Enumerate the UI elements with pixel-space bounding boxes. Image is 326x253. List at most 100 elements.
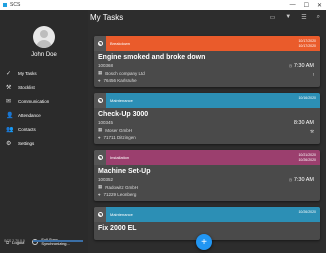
task-time: ◷ 7:30 AM xyxy=(289,177,314,183)
task-date-start: 10/26/2020 xyxy=(298,210,316,214)
calendar-icon[interactable]: ▭ xyxy=(270,14,276,21)
task-title: Check-Up 3000 xyxy=(98,111,149,118)
nav-label: My Tasks xyxy=(18,70,37,76)
task-date-end: 10/26/2020 xyxy=(298,157,316,162)
nav-item-attendance[interactable]: 👤 Attendance xyxy=(0,108,88,122)
version-label: SCS 2.70.0.0 xyxy=(4,239,25,243)
task-time-value: 7:30 AM xyxy=(293,177,314,183)
search-icon[interactable]: ⌕ xyxy=(317,14,320,21)
window-title: SCS xyxy=(10,2,21,8)
location-icon: ⌖ xyxy=(98,78,101,83)
gear-icon: ⚙ xyxy=(6,140,12,147)
sync-status[interactable]: Full SyncSynchronizing... xyxy=(32,237,70,247)
people-icon: 👥 xyxy=(6,126,14,133)
start-task-button[interactable]: ▶ xyxy=(94,36,106,51)
task-address: 71711 Ditzingen xyxy=(103,135,136,140)
category-strip xyxy=(106,207,320,222)
clock-icon: ◷ xyxy=(288,63,293,68)
task-list: ▶ Breakdown 10/17/2020 10/17/2020 Engine … xyxy=(94,36,320,246)
category-strip xyxy=(106,36,320,51)
task-category: Maintenance xyxy=(110,212,133,217)
task-date-start: 10/16/2020 xyxy=(298,96,316,100)
task-category: Maintenance xyxy=(110,98,133,103)
task-header: ▶ Installation 10/21/2020 10/26/2020 xyxy=(94,150,320,165)
title-bar: SCS — ☐ ✕ xyxy=(0,0,326,10)
user-icon: 👤 xyxy=(6,112,14,119)
task-card[interactable]: ▶ Maintenance 10/16/2020 Check-Up 3000 1… xyxy=(94,93,320,144)
task-dates: 10/17/2020 10/17/2020 xyxy=(298,39,316,48)
task-address: 76456 Karlsruhe xyxy=(103,78,137,83)
task-time: ◷ 7:30 AM xyxy=(289,63,314,69)
task-category: Breakdown xyxy=(110,41,131,46)
start-task-button[interactable]: ▶ xyxy=(94,207,106,222)
task-number: 100368 xyxy=(98,63,114,68)
nav-item-stocklist[interactable]: ⚒ Stocklist xyxy=(0,80,88,94)
sort-icon[interactable]: ☰ xyxy=(301,14,306,21)
nav-label: Communication xyxy=(18,98,50,104)
task-date-start: 10/17/2020 xyxy=(298,39,316,43)
filter-icon[interactable]: ▼ xyxy=(285,14,291,21)
wrench-icon: ⚒ xyxy=(309,129,314,134)
plus-icon: + xyxy=(201,236,207,248)
task-address: 71229 Leonberg xyxy=(103,192,137,197)
close-button[interactable]: ✕ xyxy=(317,2,322,9)
user-name: John Doe xyxy=(31,52,57,58)
main-content: My Tasks ▭ ▼ ☰ ⌕ ▶ Breakdown 10/17/2020 1… xyxy=(88,10,326,253)
maximize-button[interactable]: ☐ xyxy=(304,2,309,9)
location-icon: ⌖ xyxy=(98,135,101,140)
task-title: Fix 2000 EL xyxy=(98,225,137,232)
check-icon: ✓ xyxy=(6,70,12,77)
category-strip xyxy=(106,93,320,108)
task-company: Radowitz GmbH xyxy=(105,184,139,190)
task-title: Machine Set-Up xyxy=(98,168,151,175)
app-icon xyxy=(3,3,7,7)
building-icon: ▦ xyxy=(98,70,103,75)
nav-label: Attendance xyxy=(18,112,41,118)
task-dates: 10/26/2020 xyxy=(298,210,316,215)
app-window: SCS — ☐ ✕ John Doe ✓ My Tasks ⚒ Stocklist … xyxy=(0,0,326,253)
task-header: ▶ Maintenance 10/16/2020 xyxy=(94,93,320,108)
category-strip xyxy=(106,150,320,165)
nav-label: Contacts xyxy=(18,126,36,132)
alert-icon: ! xyxy=(312,72,314,77)
page-title: My Tasks xyxy=(90,13,124,22)
task-card[interactable]: ▶ Installation 10/21/2020 10/26/2020 Mach… xyxy=(94,150,320,201)
building-icon: ▦ xyxy=(98,127,103,132)
task-number: 100352 xyxy=(98,177,114,182)
task-number: 100345 xyxy=(98,120,114,125)
nav-item-my-tasks[interactable]: ✓ My Tasks xyxy=(0,66,88,80)
start-task-button[interactable]: ▶ xyxy=(94,150,106,165)
chat-icon: ✉ xyxy=(6,98,12,105)
task-time: 8:30 AM xyxy=(294,120,314,126)
nav-label: Stocklist xyxy=(18,84,35,90)
sync-progress-bar xyxy=(33,240,83,242)
nav-menu: ✓ My Tasks ⚒ Stocklist ✉ Communication 👤 Att… xyxy=(0,66,88,150)
start-task-button[interactable]: ▶ xyxy=(94,93,106,108)
add-task-button[interactable]: + xyxy=(196,234,212,250)
play-icon: ▶ xyxy=(97,98,103,103)
task-card[interactable]: ▶ Breakdown 10/17/2020 10/17/2020 Engine … xyxy=(94,36,320,87)
avatar[interactable] xyxy=(33,26,55,48)
task-time-value: 8:30 AM xyxy=(293,120,314,126)
clock-icon: ◷ xyxy=(288,177,293,182)
sidebar: John Doe ✓ My Tasks ⚒ Stocklist ✉ Communica… xyxy=(0,10,88,253)
nav-item-settings[interactable]: ⚙ Settings xyxy=(0,136,88,150)
location-icon: ⌖ xyxy=(98,192,101,197)
task-category: Installation xyxy=(110,155,130,160)
play-icon: ▶ xyxy=(97,41,103,46)
minimize-button[interactable]: — xyxy=(290,2,296,9)
wrench-icon: ⚒ xyxy=(6,84,12,91)
task-date-start: 10/21/2020 xyxy=(298,153,316,157)
play-icon: ▶ xyxy=(97,212,103,217)
toolbar: ▭ ▼ ☰ ⌕ xyxy=(270,14,320,21)
nav-item-contacts[interactable]: 👥 Contacts xyxy=(0,122,88,136)
task-header: ▶ Breakdown 10/17/2020 10/17/2020 xyxy=(94,36,320,51)
nav-item-communication[interactable]: ✉ Communication xyxy=(0,94,88,108)
task-dates: 10/21/2020 10/26/2020 xyxy=(298,153,316,162)
nav-label: Settings xyxy=(18,140,35,146)
task-date-end: 10/17/2020 xyxy=(298,43,316,48)
task-dates: 10/16/2020 xyxy=(298,96,316,101)
task-company: Moser GmbH xyxy=(105,127,133,133)
play-icon: ▶ xyxy=(97,155,103,160)
task-company: Bosch company Ltd xyxy=(105,70,145,76)
